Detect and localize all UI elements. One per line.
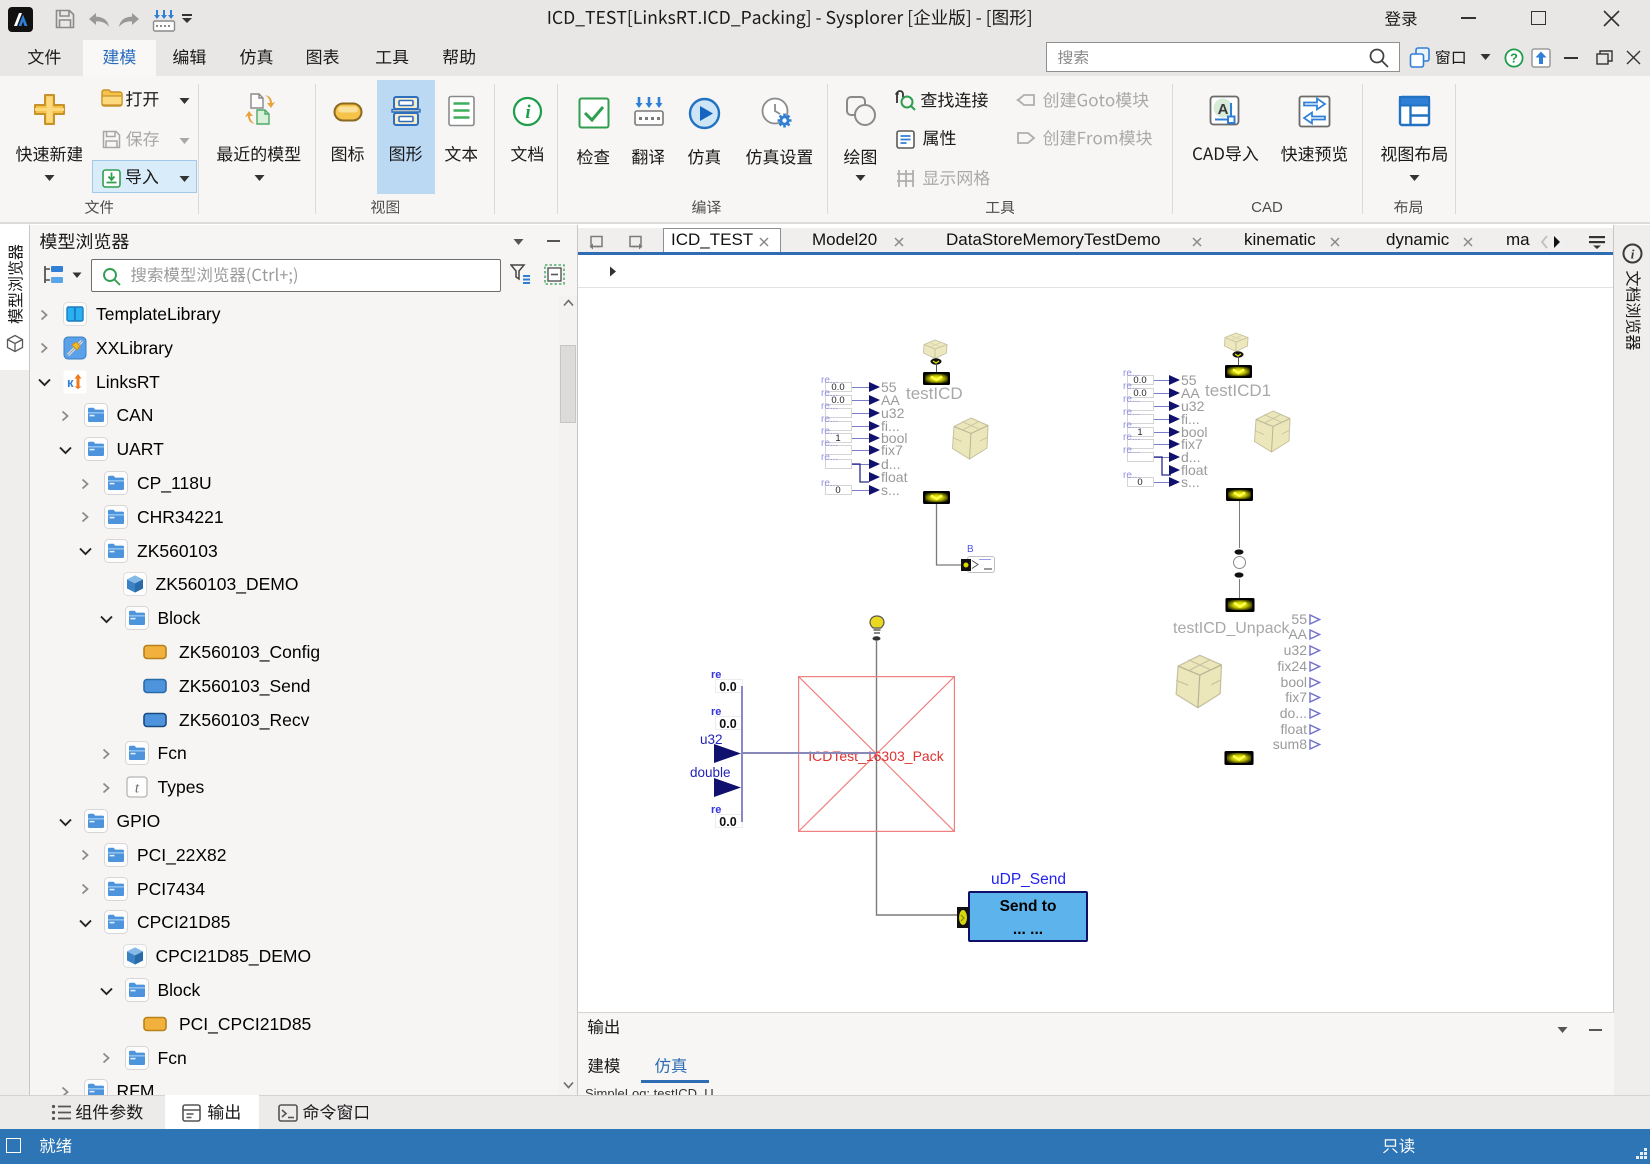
svg-text:?: ? — [1510, 51, 1518, 66]
svg-text:к: к — [67, 375, 74, 390]
svg-text:A: A — [1218, 101, 1229, 118]
svg-text:i: i — [525, 102, 531, 123]
svg-text:i: i — [1631, 247, 1635, 262]
